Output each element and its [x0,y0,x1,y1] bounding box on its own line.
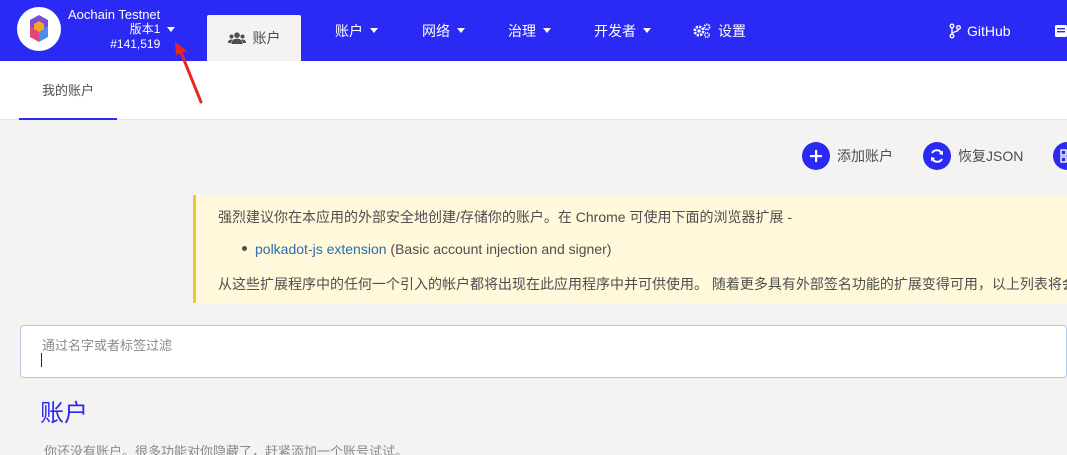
gears-icon [693,23,711,38]
extension-warning-banner: 强烈建议你在本应用的外部安全地创建/存储你的账户。在 Chrome 可使用下面的… [193,195,1067,303]
qr-account-button[interactable] [1053,141,1067,171]
nav-active-label: 账户 [252,30,281,46]
banner-link-suffix: (Basic account injection and signer) [386,241,612,257]
add-account-button[interactable]: 添加账户 [802,141,893,171]
filter-label: 通过名字或者标签过滤 [42,338,173,353]
nav-menu-label: 治理 [508,22,536,39]
bullet-icon [242,245,247,251]
book-icon [1055,24,1067,37]
nav-menu-settings[interactable]: 设置 [693,0,746,61]
banner-message: 强烈建议你在本应用的外部安全地创建/存储你的账户。在 Chrome 可使用下面的… [218,209,793,225]
caret-down-icon [457,28,465,33]
nav-menu-governance[interactable]: 治理 [508,0,551,61]
restore-json-button[interactable]: 恢复JSON [923,141,1023,171]
caret-down-icon [643,28,651,33]
code-branch-icon [949,23,961,38]
nav-menu-developer[interactable]: 开发者 [594,0,651,61]
add-account-label: 添加账户 [837,148,893,164]
chain-logo-icon [23,13,55,45]
nav-menu-network[interactable]: 网络 [422,0,465,61]
plus-icon [802,142,830,170]
qrcode-icon [1053,142,1067,170]
wiki-link[interactable] [1055,0,1067,61]
polkadot-extension-link[interactable]: polkadot-js extension [255,241,387,257]
nav-menu-label: 开发者 [594,22,636,39]
github-label: GitHub [967,22,1011,39]
github-link[interactable]: GitHub [949,0,1011,61]
accounts-heading: 账户 [40,400,88,427]
restore-json-label: 恢复JSON [958,148,1024,164]
top-navbar: Aochain Testnet 版本1 #141,519 账户 账户 网络 治理… [0,0,1067,61]
empty-accounts-message: 你还没有账户。很多功能对你隐藏了，赶紧添加一个账号试试。 [44,444,409,455]
nav-menu-label: 设置 [718,22,746,39]
chain-logo[interactable] [17,7,61,51]
caret-down-icon [370,28,378,33]
sync-icon [923,142,951,170]
nav-menu-label: 网络 [422,22,450,39]
chain-name: Aochain Testnet [68,7,161,22]
chain-selector[interactable]: Aochain Testnet 版本1 #141,519 [68,7,160,52]
account-filter-input[interactable]: 通过名字或者标签过滤 [20,325,1067,378]
chain-version: 版本1 [129,22,161,36]
sub-tab-bar: 我的账户 [0,61,1067,120]
banner-footer: 从这些扩展程序中的任何一个引入的帐户都将出现在此应用程序中并可供使用。 随着更多… [218,276,1067,292]
text-cursor [41,353,42,367]
annotation-arrow-icon [175,42,203,104]
chevron-down-icon[interactable] [166,26,176,34]
nav-tab-accounts-active[interactable]: 账户 [207,15,301,61]
caret-down-icon [543,28,551,33]
tab-my-accounts[interactable]: 我的账户 [19,61,117,120]
users-icon [227,32,246,44]
banner-list-item: polkadot-js extension (Basic account inj… [242,241,611,257]
chain-block-number: #141,519 [110,37,161,51]
nav-menu-accounts[interactable]: 账户 [335,0,378,61]
nav-menu-label: 账户 [335,22,363,39]
